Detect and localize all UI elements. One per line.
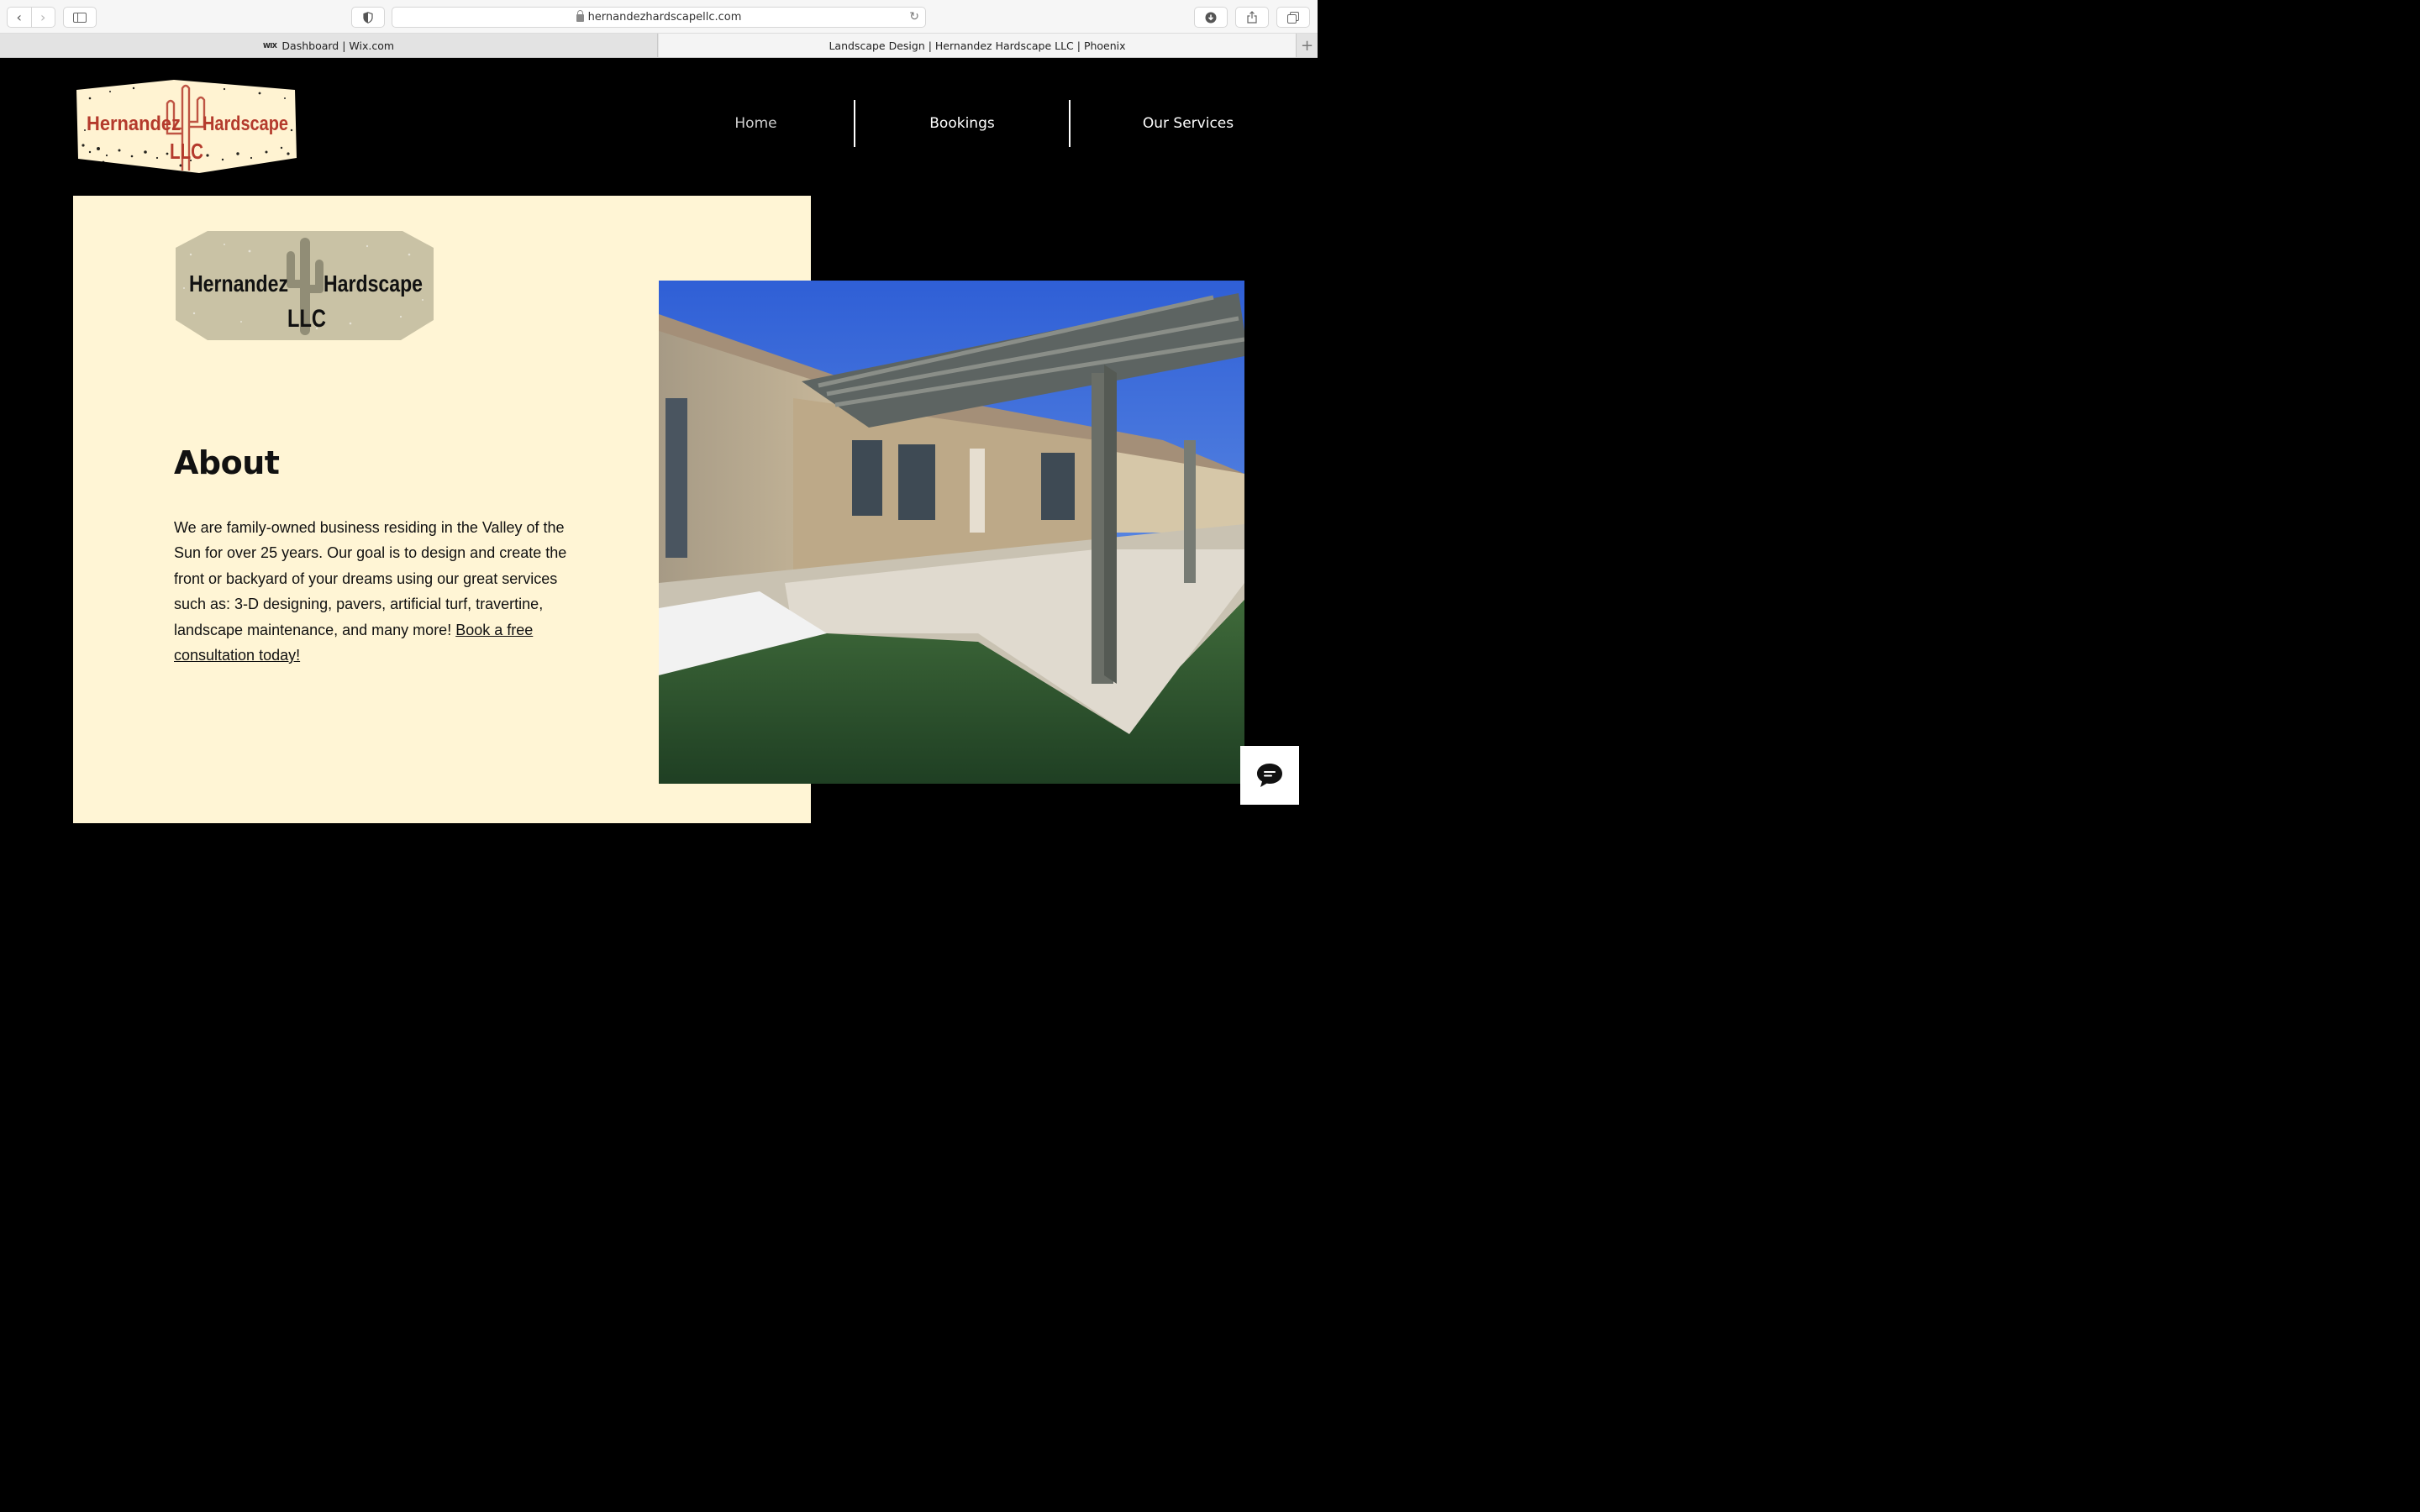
chat-bubble-icon	[1257, 764, 1282, 787]
reload-icon[interactable]: ↻	[909, 10, 919, 24]
nav-home[interactable]: Home	[658, 100, 854, 147]
shield-icon[interactable]	[351, 7, 385, 28]
about-title: About	[174, 444, 280, 481]
logo-word-llc: LLC	[170, 139, 203, 164]
tab-hernandez-site[interactable]: Landscape Design | Hernandez Hardscape L…	[659, 34, 1296, 57]
about-logo-word-hernandez: Hernandez	[189, 270, 288, 297]
lock-icon	[576, 10, 584, 22]
chat-button[interactable]	[1240, 746, 1299, 805]
tab-label: Dashboard | Wix.com	[281, 39, 395, 52]
about-logo: Hernandez Hardscape LLC	[174, 229, 435, 342]
wix-favicon-icon: WIX	[262, 41, 277, 50]
forward-icon[interactable]: ›	[30, 8, 55, 27]
about-body: We are family-owned business residing in…	[174, 515, 569, 668]
tab-wix-dashboard[interactable]: WIX Dashboard | Wix.com	[0, 34, 658, 57]
site-page: Hernandez Hardscape LLC Home Bookings Ou…	[0, 58, 1318, 823]
nav-bookings[interactable]: Bookings	[854, 100, 1069, 147]
address-bar[interactable]: hernandezhardscapellc.com ↻	[392, 7, 926, 28]
download-icon[interactable]	[1194, 7, 1228, 28]
url-text: hernandezhardscapellc.com	[587, 11, 742, 24]
tab-overview-icon[interactable]	[1276, 7, 1310, 28]
logo-word-hernandez: Hernandez	[87, 113, 181, 135]
tab-label: Landscape Design | Hernandez Hardscape L…	[829, 39, 1126, 52]
nav-our-services[interactable]: Our Services	[1069, 100, 1306, 147]
back-icon[interactable]: ‹	[8, 8, 31, 27]
browser-toolbar: ‹ › hernandezhardscapellc.com ↻	[0, 0, 1318, 34]
new-tab-button[interactable]: +	[1296, 34, 1318, 57]
logo-word-hardscape: Hardscape	[203, 113, 288, 135]
about-logo-word-hardscape: Hardscape	[324, 270, 423, 297]
share-icon[interactable]	[1235, 7, 1269, 28]
sidebar-toggle-icon[interactable]	[63, 7, 97, 28]
main-nav: Home Bookings Our Services	[658, 100, 1306, 147]
about-logo-word-llc: LLC	[287, 305, 326, 333]
site-logo[interactable]: Hernandez Hardscape LLC	[73, 78, 298, 175]
tab-bar: WIX Dashboard | Wix.com Landscape Design…	[0, 34, 1318, 58]
patio-photo	[659, 281, 1244, 784]
history-nav: ‹ ›	[7, 7, 55, 28]
about-paragraph: We are family-owned business residing in…	[174, 519, 567, 638]
